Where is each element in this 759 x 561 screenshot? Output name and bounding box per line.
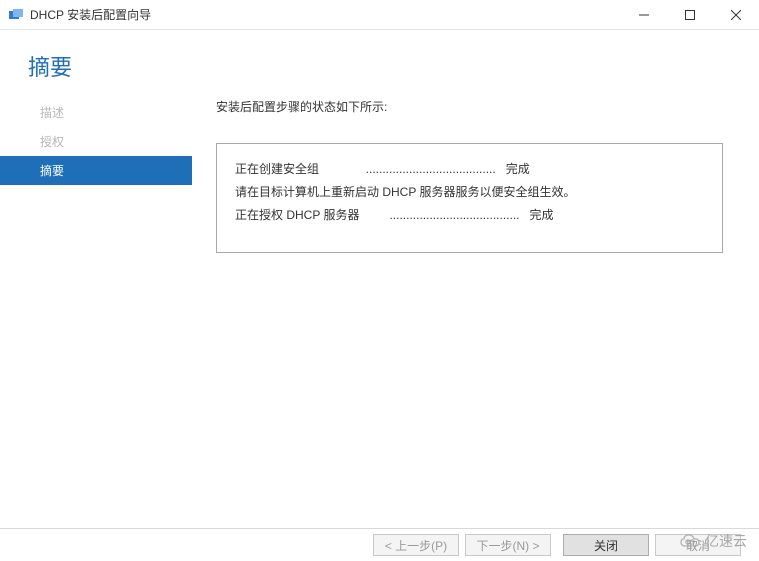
header-area: 摘要 xyxy=(0,30,759,94)
cancel-button: 取消 xyxy=(655,534,741,556)
window-title: DHCP 安装后配置向导 xyxy=(30,6,621,23)
sidebar-item-authorization[interactable]: 授权 xyxy=(0,127,192,156)
summary-line: 正在授权 DHCP 服务器 ..........................… xyxy=(235,204,704,227)
title-bar: DHCP 安装后配置向导 xyxy=(0,0,759,30)
close-button[interactable]: 关闭 xyxy=(563,534,649,556)
maximize-button[interactable] xyxy=(667,0,713,30)
sidebar-item-summary[interactable]: 摘要 xyxy=(0,156,192,185)
intro-text: 安装后配置步骤的状态如下所示: xyxy=(216,98,723,115)
summary-line: 请在目标计算机上重新启动 DHCP 服务器服务以便安全组生效。 xyxy=(235,181,704,204)
wizard-footer: < 上一步(P) 下一步(N) > 关闭 取消 xyxy=(0,528,759,561)
app-icon xyxy=(8,7,24,23)
sidebar-item-description[interactable]: 描述 xyxy=(0,98,192,127)
body-area: 描述 授权 摘要 安装后配置步骤的状态如下所示: 正在创建安全组 .......… xyxy=(0,94,759,528)
page-title: 摘要 xyxy=(28,50,759,82)
main-panel: 安装后配置步骤的状态如下所示: 正在创建安全组 ................… xyxy=(192,94,759,528)
next-button: 下一步(N) > xyxy=(465,534,551,556)
summary-line: 正在创建安全组 ................................… xyxy=(235,158,704,181)
wizard-sidebar: 描述 授权 摘要 xyxy=(0,94,192,528)
previous-button: < 上一步(P) xyxy=(373,534,459,556)
content-area: 摘要 描述 授权 摘要 安装后配置步骤的状态如下所示: 正在创建安全组 ....… xyxy=(0,30,759,528)
minimize-button[interactable] xyxy=(621,0,667,30)
window-close-button[interactable] xyxy=(713,0,759,30)
summary-box: 正在创建安全组 ................................… xyxy=(216,143,723,253)
